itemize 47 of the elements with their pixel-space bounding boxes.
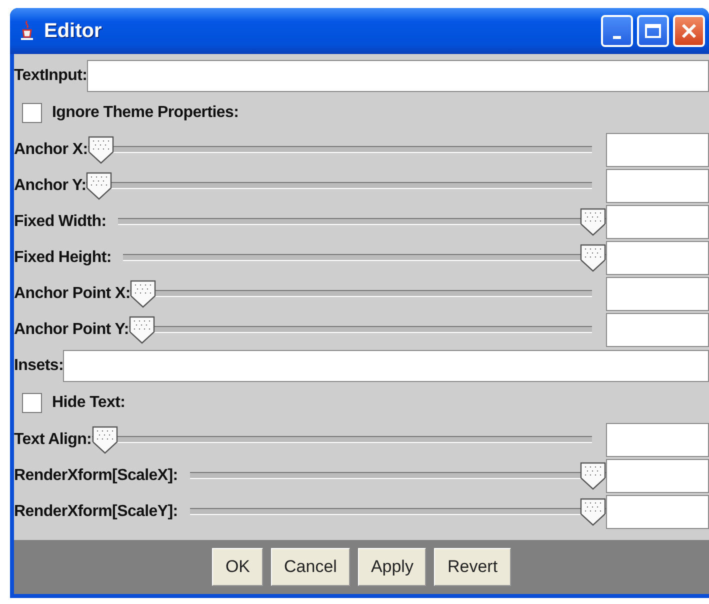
coffee-cup-icon [18,20,36,42]
value-field[interactable] [606,133,709,167]
dialog-button[interactable]: Apply [358,548,426,586]
field-label: RenderXform[ScaleX]: [14,466,178,486]
dialog-button[interactable]: Revert [434,548,511,586]
slider-thumb[interactable] [580,462,606,490]
slider-thumb[interactable] [128,316,155,344]
slider-thumb[interactable] [130,280,156,308]
field-label: RenderXform[ScaleY]: [14,502,178,522]
checkbox[interactable] [22,393,42,413]
slider-thumb[interactable] [92,426,118,454]
value-field[interactable] [606,277,709,311]
checkbox[interactable] [22,103,42,123]
dialog-button[interactable]: Cancel [271,548,350,586]
field-label: Anchor X: [14,140,88,160]
field-label: Fixed Width: [14,212,106,232]
field-label: Text Align: [14,430,92,450]
text-field[interactable] [63,350,709,382]
minimize-button[interactable] [601,15,633,47]
value-field[interactable] [606,241,709,275]
minimize-icon [613,36,621,38]
field-label: Fixed Height: [14,248,112,268]
slider-thumb[interactable] [580,244,606,272]
value-field[interactable] [606,205,709,239]
slider-thumb[interactable] [88,136,114,164]
field-label: Anchor Y: [14,176,86,196]
slider-thumb[interactable] [86,172,112,200]
text-field[interactable] [87,60,709,92]
dialog-button[interactable]: OK [212,548,264,586]
field-label: TextInput: [14,66,88,86]
value-field[interactable] [606,169,709,203]
field-label: Anchor Point X: [14,284,130,304]
value-field[interactable] [606,313,709,347]
maximize-button[interactable] [637,15,669,47]
slider-thumb[interactable] [580,208,606,236]
value-field[interactable] [606,459,709,493]
close-icon [681,23,697,39]
value-field[interactable] [606,495,709,529]
close-button[interactable] [673,15,705,47]
value-field[interactable] [606,423,709,457]
maximize-icon [644,23,662,39]
field-label: Anchor Point Y: [14,320,129,340]
field-label: Insets: [14,356,64,376]
slider-thumb[interactable] [580,498,606,526]
window-title: Editor [44,19,102,44]
field-label: Hide Text: [52,393,126,413]
field-label: Ignore Theme Properties: [52,103,239,123]
